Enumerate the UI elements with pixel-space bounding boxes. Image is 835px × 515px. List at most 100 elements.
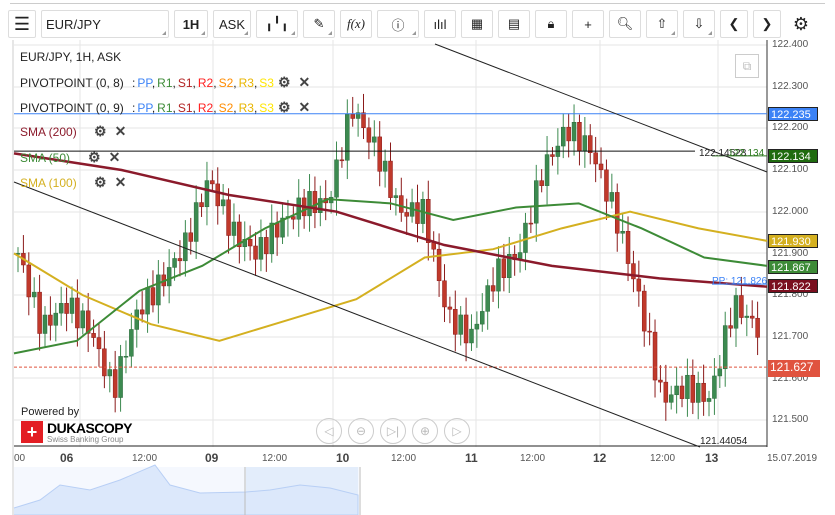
candle-body bbox=[582, 135, 588, 152]
instrument-label: EUR/JPY bbox=[46, 16, 101, 32]
gear-icon[interactable]: ⚙ bbox=[278, 74, 291, 91]
chevron-left-icon: ◁ bbox=[324, 424, 334, 438]
menu-button[interactable]: ☰ bbox=[8, 10, 36, 38]
candle-body bbox=[210, 180, 215, 185]
period-select[interactable]: 1H bbox=[174, 10, 208, 38]
pivot-level: S1, bbox=[177, 75, 196, 90]
candle-body bbox=[501, 258, 507, 278]
zoom-chart-button[interactable]: 🔍︎ bbox=[609, 10, 641, 38]
calendar-button[interactable]: ▦ bbox=[461, 10, 493, 38]
draw-button[interactable]: ✎ bbox=[303, 10, 335, 38]
candle-body bbox=[382, 160, 388, 172]
candle-body bbox=[193, 202, 199, 242]
x-tick-label: 09 bbox=[205, 451, 219, 465]
sma-legend: SMA (200) ⚙ ✕ bbox=[20, 123, 126, 140]
zoom-in-icon: ⊕ bbox=[419, 424, 431, 438]
candle-body bbox=[728, 325, 733, 329]
next-button[interactable]: ❯ bbox=[753, 10, 781, 38]
next-icon: ❯ bbox=[761, 16, 773, 31]
close-icon[interactable]: ✕ bbox=[299, 99, 311, 116]
settings-button[interactable]: ⚙ bbox=[786, 10, 816, 38]
candle-body bbox=[366, 127, 372, 143]
candle-body bbox=[188, 232, 194, 242]
candle-body bbox=[264, 237, 269, 255]
candle-body bbox=[48, 314, 53, 326]
upload-button[interactable]: ⇧ bbox=[646, 10, 678, 38]
price-label: 121.867 bbox=[768, 260, 818, 275]
pp-label: PP: 121.826 bbox=[712, 276, 767, 287]
pivot-level: R3, bbox=[238, 100, 258, 115]
candle-body bbox=[123, 355, 129, 358]
candle-body bbox=[436, 248, 442, 282]
gear-icon[interactable]: ⚙ bbox=[88, 149, 101, 166]
popout-icon: ⧉ bbox=[742, 58, 752, 73]
crosshair-button[interactable]: + bbox=[572, 10, 604, 38]
candle-body bbox=[291, 216, 296, 220]
candle-body bbox=[177, 258, 183, 262]
y-tick-label: 122.000 bbox=[772, 205, 809, 217]
candle-body bbox=[749, 315, 755, 319]
candle-body bbox=[26, 264, 32, 298]
sma-legend: SMA (50) ⚙ ✕ bbox=[20, 149, 120, 166]
trend-line-lower bbox=[13, 181, 701, 448]
price-label: 122.134 bbox=[768, 148, 818, 163]
instrument-select[interactable]: EUR/JPY bbox=[41, 10, 169, 38]
scroll-left-button[interactable]: ◁ bbox=[316, 418, 342, 444]
pivot-level: R2, bbox=[197, 100, 217, 115]
close-icon[interactable]: ✕ bbox=[115, 174, 127, 191]
scroll-right-button[interactable]: ▷ bbox=[444, 418, 470, 444]
candle-body bbox=[447, 306, 453, 310]
candle-body bbox=[534, 180, 539, 224]
sma-50-line bbox=[13, 198, 768, 355]
candle-body bbox=[253, 245, 258, 260]
candle-body bbox=[166, 267, 172, 287]
brand-sub: Swiss Banking Group bbox=[47, 435, 124, 444]
candle-body bbox=[453, 309, 458, 335]
info-button[interactable]: ⓘ bbox=[377, 10, 419, 38]
indicators-button[interactable]: f(x) bbox=[340, 10, 372, 38]
close-icon[interactable]: ✕ bbox=[109, 149, 121, 166]
candle-body bbox=[361, 112, 366, 128]
download-button[interactable]: ⇩ bbox=[683, 10, 715, 38]
zoom-chart-icon: 🔍︎ bbox=[616, 16, 634, 31]
candle-body bbox=[150, 287, 156, 306]
candle-body bbox=[474, 323, 480, 330]
candle-body bbox=[690, 374, 696, 403]
sma-legend: SMA (100) ⚙ ✕ bbox=[20, 174, 126, 191]
sma-label: SMA (100) bbox=[20, 175, 77, 190]
candle-body bbox=[641, 290, 647, 332]
news-button[interactable]: ▤ bbox=[498, 10, 530, 38]
candle-body bbox=[334, 159, 339, 198]
prev-button[interactable]: ❮ bbox=[720, 10, 748, 38]
candle-body bbox=[399, 195, 404, 213]
zoom-in-button[interactable]: ⊕ bbox=[412, 418, 438, 444]
chart-type-button[interactable]: ╻╹╻ bbox=[256, 10, 298, 38]
pivot-level: R3, bbox=[238, 75, 258, 90]
price-label: 121.930 bbox=[768, 233, 818, 248]
x-tick-label: 12 bbox=[593, 451, 607, 465]
close-icon[interactable]: ✕ bbox=[115, 123, 127, 140]
go-latest-button[interactable]: ▷| bbox=[380, 418, 406, 444]
close-icon[interactable]: ✕ bbox=[299, 74, 311, 91]
candle-body bbox=[53, 312, 59, 326]
candle-body bbox=[231, 221, 237, 236]
x-tick-label: 10 bbox=[336, 451, 350, 465]
gear-icon[interactable]: ⚙ bbox=[94, 174, 107, 191]
candle-body bbox=[296, 197, 301, 220]
swiss-cross-icon: + bbox=[21, 421, 43, 443]
prev-icon: ❮ bbox=[728, 16, 740, 31]
candle-body bbox=[393, 195, 399, 198]
candle-body bbox=[145, 287, 150, 315]
gear-icon[interactable]: ⚙ bbox=[94, 123, 107, 140]
lock-button[interactable]: 🔒︎ bbox=[535, 10, 567, 38]
gear-icon[interactable]: ⚙ bbox=[278, 99, 291, 116]
side-label: ASK bbox=[218, 16, 245, 32]
candle-body bbox=[722, 325, 728, 370]
candle-body bbox=[598, 163, 604, 171]
volume-button[interactable]: ılıl bbox=[424, 10, 456, 38]
draw-icon: ✎ bbox=[313, 16, 325, 31]
y-tick-label: 122.400 bbox=[772, 39, 809, 50]
zoom-out-button[interactable]: ⊖ bbox=[348, 418, 374, 444]
popout-button[interactable]: ⧉ bbox=[735, 54, 759, 78]
side-select[interactable]: ASK bbox=[213, 10, 251, 38]
